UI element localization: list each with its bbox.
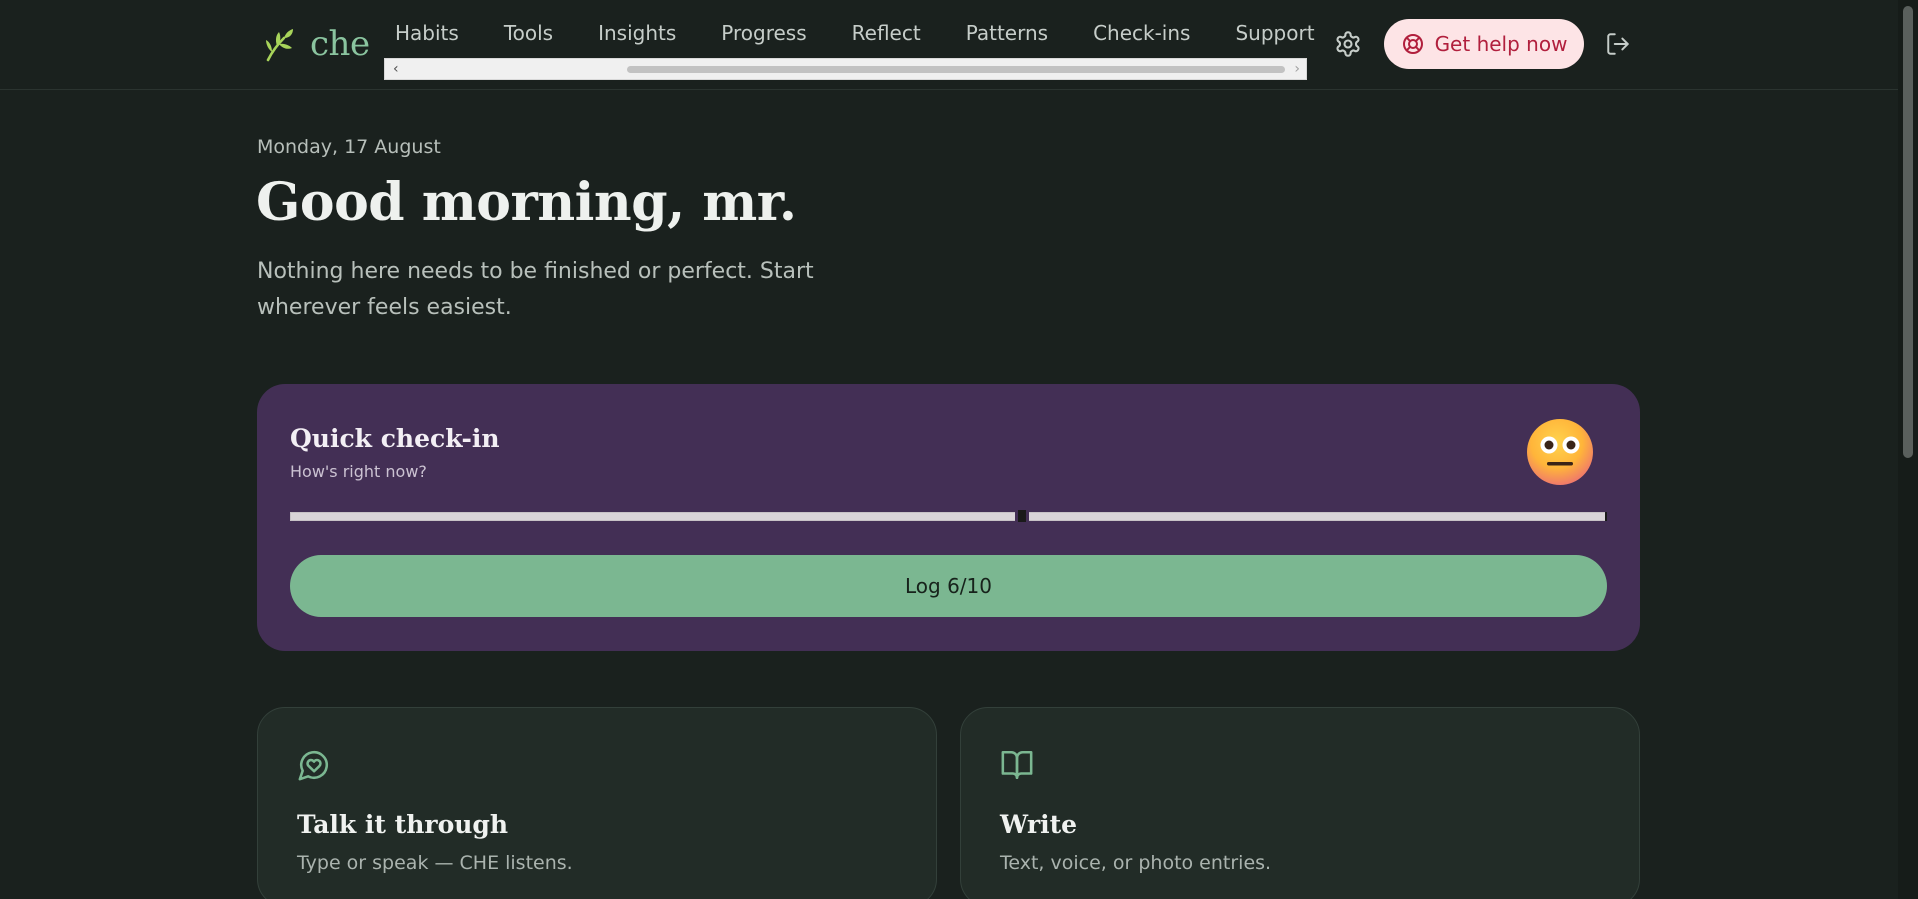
logo-text: che: [310, 24, 370, 64]
logo[interactable]: che: [262, 22, 370, 66]
card-description: Type or speak — CHE listens.: [297, 852, 573, 874]
main-nav: Habits Tools Insights Progress Reflect P…: [384, 14, 1315, 80]
nav-horizontal-scrollbar[interactable]: ‹ ›: [384, 58, 1307, 80]
nav-item-insights[interactable]: Insights: [598, 21, 676, 45]
get-help-button[interactable]: Get help now: [1384, 19, 1584, 69]
nav-item-patterns[interactable]: Patterns: [966, 21, 1048, 45]
slider-thumb[interactable]: [1014, 510, 1029, 522]
page-subtitle: Nothing here needs to be finished or per…: [257, 259, 814, 320]
nav-list: Habits Tools Insights Progress Reflect P…: [384, 14, 1315, 52]
nav-item-support[interactable]: Support: [1235, 21, 1314, 45]
top-header: che Habits Tools Insights Progress Refle…: [0, 0, 1898, 90]
neutral-face-emoji: [1527, 419, 1593, 485]
card-title: Talk it through: [297, 810, 509, 839]
nav-scrollbar-thumb[interactable]: [627, 66, 1285, 73]
leaf-icon: [266, 29, 293, 62]
card-description: Text, voice, or photo entries.: [1000, 852, 1272, 874]
log-mood-button[interactable]: Log 6/10: [290, 555, 1607, 617]
page-vertical-scrollbar[interactable]: [1898, 0, 1918, 899]
lifebuoy-icon: [1402, 34, 1423, 54]
nav-item-habits[interactable]: Habits: [395, 21, 459, 45]
page-scrollbar-thumb[interactable]: [1903, 6, 1913, 458]
get-help-label: Get help now: [1434, 32, 1568, 56]
logout-icon[interactable]: [1605, 31, 1631, 57]
talk-it-through-card[interactable]: Talk it through Type or speak — CHE list…: [257, 707, 937, 899]
current-date: Monday, 17 August: [257, 136, 441, 158]
nav-item-reflect[interactable]: Reflect: [852, 21, 921, 45]
chat-heart-icon: [298, 750, 329, 781]
mood-slider[interactable]: [290, 510, 1607, 522]
slider-end-mark: [1605, 512, 1607, 521]
nav-item-tools[interactable]: Tools: [504, 21, 553, 45]
gear-icon[interactable]: [1334, 30, 1362, 58]
page: che Habits Tools Insights Progress Refle…: [0, 0, 1918, 899]
quick-checkin-card: Quick check-in How's right now? Log 6/10: [257, 384, 1640, 651]
scroll-right-icon[interactable]: ›: [1294, 60, 1300, 78]
checkin-subtitle: How's right now?: [290, 462, 427, 481]
book-open-icon: [1001, 750, 1033, 780]
checkin-title: Quick check-in: [290, 424, 500, 453]
nav-item-progress[interactable]: Progress: [721, 21, 806, 45]
scroll-left-icon[interactable]: ‹: [393, 60, 399, 78]
write-card[interactable]: Write Text, voice, or photo entries.: [960, 707, 1640, 899]
slider-track[interactable]: [290, 512, 1607, 521]
card-title: Write: [1000, 810, 1078, 839]
page-title: Good morning, mr.: [256, 172, 797, 233]
nav-item-check-ins[interactable]: Check-ins: [1093, 21, 1190, 45]
